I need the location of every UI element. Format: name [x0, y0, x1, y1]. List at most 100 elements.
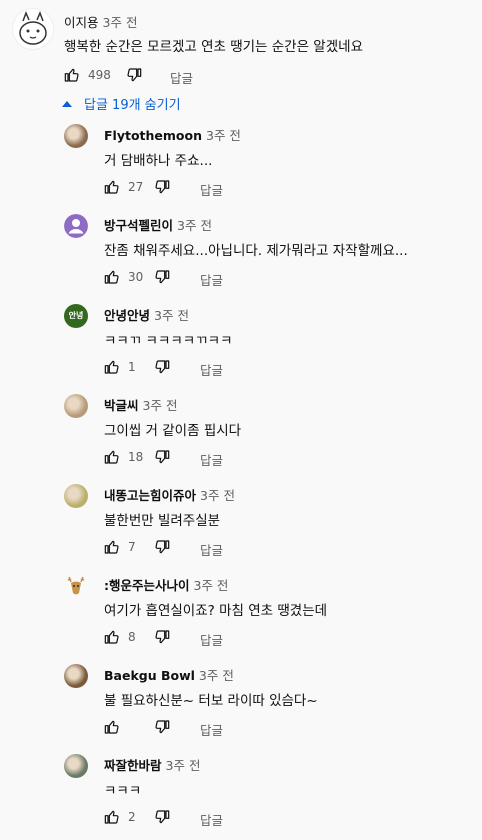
- default-user-avatar-icon[interactable]: [64, 214, 88, 238]
- reply-author[interactable]: Baekgu Bowl: [104, 668, 195, 683]
- thumbs-down-icon: [155, 810, 170, 824]
- like-button[interactable]: [104, 269, 120, 285]
- comment-header: 이지용 3주 전: [64, 12, 137, 31]
- reply-button[interactable]: 답글: [200, 810, 223, 829]
- like-count: 30: [128, 270, 144, 284]
- thumbs-down-icon: [155, 270, 170, 284]
- reply-author[interactable]: 박글씨: [104, 398, 139, 413]
- reply-text: 잔좀 채워주세요...아닙니다. 제가뭐라고 자작할께요...: [104, 243, 408, 259]
- like-button[interactable]: [104, 809, 120, 825]
- reply-time[interactable]: 3주 전: [199, 668, 234, 683]
- reply-author[interactable]: 짜잘한바람: [104, 758, 162, 773]
- reply-button[interactable]: 답글: [200, 720, 223, 739]
- reply-button[interactable]: 답글: [200, 180, 223, 199]
- like-button[interactable]: [104, 449, 120, 465]
- reply-button[interactable]: 답글: [200, 270, 223, 289]
- reply-author[interactable]: 내똥고는힘이쥬아: [104, 488, 196, 503]
- reply-time[interactable]: 3주 전: [206, 128, 241, 143]
- reply-header: 안녕안녕 3주 전: [104, 305, 189, 324]
- thumbs-up-icon: [104, 180, 119, 194]
- reply-author[interactable]: Flytothemoon: [104, 128, 202, 143]
- user-photo-avatar[interactable]: [64, 664, 88, 688]
- avatar-text: 안녕: [64, 304, 88, 328]
- dislike-button[interactable]: [154, 629, 170, 645]
- reply-comment: 내똥고는힘이쥬아 3주 전 불한번만 빌려주실분 7 답글: [0, 480, 482, 570]
- thumbs-up-icon: [104, 720, 119, 734]
- dislike-button[interactable]: [154, 449, 170, 465]
- dislike-button[interactable]: [154, 539, 170, 555]
- dislike-button[interactable]: [154, 809, 170, 825]
- thumbs-down-icon: [155, 450, 170, 464]
- thumbs-up-icon: [64, 68, 79, 82]
- reply-header: 방구석펠린이 3주 전: [104, 215, 212, 234]
- reply-button[interactable]: 답글: [200, 360, 223, 379]
- reply-comment: 박글씨 3주 전그이씹 거 같이좀 핍시다 18 답글: [0, 390, 482, 480]
- reply-actions: 답글: [104, 719, 304, 739]
- comment-time[interactable]: 3주 전: [103, 15, 138, 30]
- reply-button[interactable]: 답글: [170, 68, 193, 87]
- reply-button[interactable]: 답글: [200, 630, 223, 649]
- dislike-button[interactable]: [154, 179, 170, 195]
- thumbs-up-icon: [104, 360, 119, 374]
- reply-text: 그이씹 거 같이좀 핍시다: [104, 423, 242, 439]
- like-count: 498: [88, 68, 111, 82]
- reply-header: 박글씨 3주 전: [104, 395, 177, 414]
- reply-text: ㅋㅋㄲ ㅋㅋㅋㅋㄲㅋㅋ: [104, 333, 233, 349]
- reply-comment: :행운주는사나이 3주 전 여기가 흡연실이죠? 마침 연초 땡겼는데 8 답글: [0, 570, 482, 660]
- user-photo-avatar[interactable]: [64, 124, 88, 148]
- reply-time[interactable]: 3주 전: [177, 218, 212, 233]
- reply-text: 불 필요하신분~ 터보 라이따 있슴다~: [104, 693, 318, 709]
- reply-actions: 27 답글: [104, 179, 304, 199]
- reply-button[interactable]: 답글: [200, 450, 223, 469]
- reply-header: Flytothemoon 3주 전: [104, 125, 241, 144]
- comment-author[interactable]: 이지용: [64, 15, 99, 30]
- reply-text: 거 담배하나 주쇼...: [104, 153, 213, 169]
- reply-header: 내똥고는힘이쥬아 3주 전: [104, 485, 235, 504]
- reply-actions: 7 답글: [104, 539, 304, 559]
- reply-author[interactable]: 안녕안녕: [104, 308, 150, 323]
- reply-time[interactable]: 3주 전: [200, 488, 235, 503]
- reply-comment: Flytothemoon 3주 전거 담배하나 주쇼... 27 답글: [0, 120, 482, 210]
- cartoon-avatar-icon[interactable]: [12, 8, 54, 50]
- caret-up-icon: [62, 101, 72, 107]
- thumbs-down-icon: [155, 540, 170, 554]
- user-photo-avatar[interactable]: [64, 394, 88, 418]
- thumbs-up-icon: [104, 270, 119, 284]
- reply-time[interactable]: 3주 전: [166, 758, 201, 773]
- deer-icon[interactable]: [64, 574, 88, 598]
- reply-actions: 1 답글: [104, 359, 304, 379]
- hide-replies-label: 답글 19개 숨기기: [84, 98, 181, 113]
- hide-replies-toggle[interactable]: 답글 19개 숨기기: [62, 94, 181, 113]
- thumbs-down-icon: [155, 720, 170, 734]
- like-button[interactable]: [104, 179, 120, 195]
- reply-author[interactable]: 방구석펠린이: [104, 218, 173, 233]
- reply-comment: Baekgu Bowl 3주 전불 필요하신분~ 터보 라이따 있슴다~ 답글: [0, 660, 482, 750]
- like-count: 27: [128, 180, 144, 194]
- like-button[interactable]: [104, 359, 120, 375]
- text-avatar[interactable]: 안녕: [64, 304, 88, 328]
- like-button[interactable]: [104, 539, 120, 555]
- user-photo-avatar[interactable]: [64, 754, 88, 778]
- dislike-button[interactable]: [154, 269, 170, 285]
- thumbs-up-icon: [104, 450, 119, 464]
- reply-author[interactable]: :행운주는사나이: [104, 578, 190, 593]
- reply-button[interactable]: 답글: [200, 540, 223, 559]
- reply-time[interactable]: 3주 전: [143, 398, 178, 413]
- like-button[interactable]: [104, 629, 120, 645]
- like-count: 18: [128, 450, 144, 464]
- dislike-button[interactable]: [154, 719, 170, 735]
- reply-comment: 안녕 안녕안녕 3주 전 ㅋㅋㄲ ㅋㅋㅋㅋㄲㅋㅋ 1 답글: [0, 300, 482, 390]
- reply-header: Baekgu Bowl 3주 전: [104, 665, 234, 684]
- like-button[interactable]: [104, 719, 120, 735]
- dislike-button[interactable]: [154, 359, 170, 375]
- thumbs-up-icon: [104, 630, 119, 644]
- reply-time[interactable]: 3주 전: [194, 578, 229, 593]
- user-photo-avatar[interactable]: [64, 484, 88, 508]
- dislike-button[interactable]: [126, 67, 142, 83]
- like-button[interactable]: [64, 67, 80, 83]
- like-count: 8: [128, 630, 136, 644]
- reply-time[interactable]: 3주 전: [154, 308, 189, 323]
- like-count: 2: [128, 810, 136, 824]
- thumbs-up-icon: [104, 540, 119, 554]
- reply-header: :행운주는사나이 3주 전: [104, 575, 228, 594]
